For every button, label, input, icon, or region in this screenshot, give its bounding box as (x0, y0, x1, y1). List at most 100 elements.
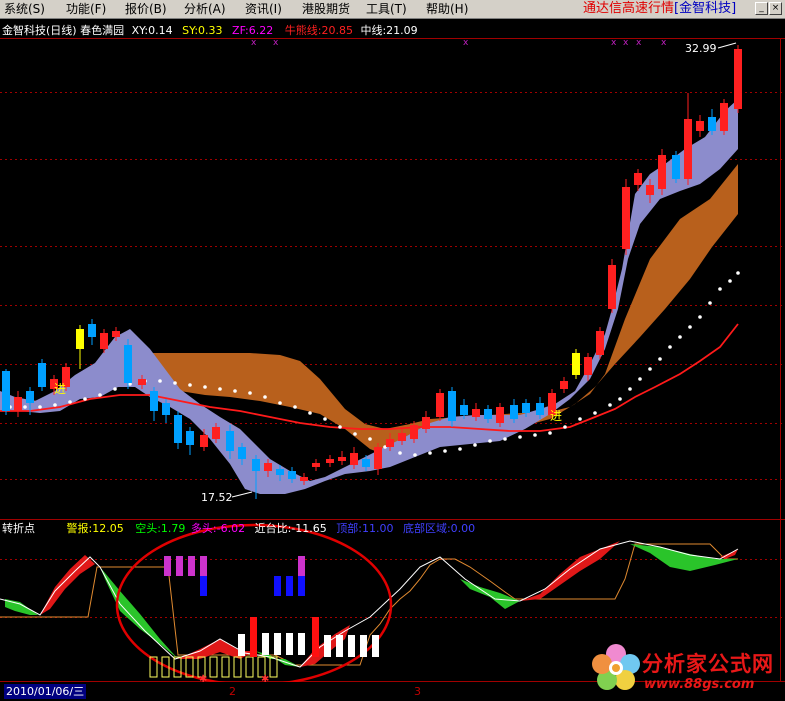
sub-panel-title: 转折点 (2, 522, 35, 535)
red-area (40, 555, 95, 615)
candle-body (200, 435, 208, 447)
signal-marks: x x x x x x x (251, 38, 667, 48)
indicator-bear: 空头:1.79 (135, 522, 186, 535)
candle-body (88, 324, 96, 337)
candle-body (288, 471, 296, 479)
menu-function[interactable]: 功能(F) (66, 1, 106, 17)
red-bar (250, 617, 257, 657)
magenta-bar (176, 556, 183, 576)
mid-line-dot (533, 433, 537, 437)
candle (14, 391, 22, 417)
mid-line-dot (278, 401, 282, 405)
candle-body (596, 331, 604, 355)
star-mark: ✱ (199, 674, 207, 682)
mid-line-dot (428, 451, 432, 455)
mid-line-dot (293, 405, 297, 409)
chart-area[interactable]: x x x x x x x ✱ ✱ 金智科技(日线) 春色满园 XY:0.14 … (0, 19, 785, 682)
candle (720, 99, 728, 135)
menu-system[interactable]: 系统(S) (4, 1, 45, 17)
magenta-bar (164, 556, 171, 576)
white-bar (360, 635, 367, 657)
mid-line-dot (608, 403, 612, 407)
menu-help[interactable]: 帮助(H) (426, 1, 468, 17)
mid-line-dot (688, 325, 692, 329)
mid-line-dot (248, 391, 252, 395)
candle-body (150, 391, 158, 411)
mid-line-dot (398, 451, 402, 455)
candle (312, 459, 320, 471)
white-bar (286, 633, 293, 655)
mid-line-dot (638, 377, 642, 381)
white-bar (336, 635, 343, 657)
candle (696, 115, 704, 137)
candle-body (608, 265, 616, 309)
mid-line-dot (23, 405, 27, 409)
candle (186, 427, 194, 455)
mid-line-dot (658, 357, 662, 361)
highlight-ellipse (115, 523, 393, 682)
candle (88, 319, 96, 345)
mid-line-dot (413, 453, 417, 457)
candle-body (112, 331, 120, 337)
candle (448, 387, 456, 427)
mid-line-dot (718, 287, 722, 291)
menu-analysis[interactable]: 分析(A) (184, 1, 226, 17)
candle-body (326, 459, 334, 463)
candle (436, 389, 444, 421)
mid-line-dot (188, 383, 192, 387)
signal-mark: x (463, 38, 469, 48)
mid-line-dot (628, 387, 632, 391)
candle-body (14, 397, 22, 411)
candle (338, 451, 346, 465)
alarm-bar (245, 656, 254, 678)
candle-body (76, 329, 84, 349)
entry-mark: 进 (550, 409, 563, 423)
signal-mark: x (273, 38, 279, 48)
app-brand: 通达信高速行情[金智科技] (583, 1, 736, 17)
mid-line-dot (323, 417, 327, 421)
magenta-bar (188, 556, 195, 576)
white-bar (262, 633, 269, 655)
flower-logo-icon (592, 644, 640, 690)
candle-body (410, 425, 418, 439)
mid-line-dot (488, 439, 492, 443)
high-arrow (717, 42, 737, 49)
mid-line-dot (563, 425, 567, 429)
candle-body (510, 405, 518, 419)
mid-line-dot (98, 393, 102, 397)
candle-body (622, 187, 630, 249)
watermark-url: www.88gs.com (644, 677, 755, 692)
mid-line-dot (593, 411, 597, 415)
magenta-bar (298, 556, 305, 576)
mid-line-dot (618, 397, 622, 401)
candle-body (436, 393, 444, 417)
green-area (100, 567, 178, 659)
sub-info-line: 转折点 警报:12.05 空头:1.79 多头:-6.02 近台比:-11.65… (2, 522, 475, 535)
indicator-zf: ZF:6.22 (232, 24, 274, 37)
mid-line-dot (548, 431, 552, 435)
menu-news[interactable]: 资讯(I) (245, 1, 282, 17)
candle (560, 377, 568, 393)
kline-chart[interactable]: x x x x x x x ✱ ✱ (0, 19, 785, 682)
indicator-sy: SY:0.33 (182, 24, 223, 37)
minimize-icon[interactable]: _ (755, 2, 768, 15)
candle (374, 443, 382, 475)
watermark-name: 分析家公式网 (642, 652, 774, 676)
candle-body (484, 409, 492, 419)
candle (124, 339, 132, 389)
candle-body (658, 155, 666, 189)
candle-body (100, 333, 108, 349)
candle (38, 359, 46, 391)
mid-line-dot (113, 387, 117, 391)
menu-tools[interactable]: 工具(T) (366, 1, 407, 17)
alarm-bar (209, 656, 218, 678)
menu-quote[interactable]: 报价(B) (125, 1, 167, 17)
menu-hk-futures[interactable]: 港股期货 (302, 1, 350, 17)
mid-line-dot (668, 345, 672, 349)
candle-body (26, 391, 34, 403)
candle-body (684, 119, 692, 179)
star-mark: ✱ (261, 674, 269, 682)
red-area (520, 541, 620, 601)
candle-body (734, 49, 742, 109)
close-icon[interactable]: × (769, 2, 782, 15)
